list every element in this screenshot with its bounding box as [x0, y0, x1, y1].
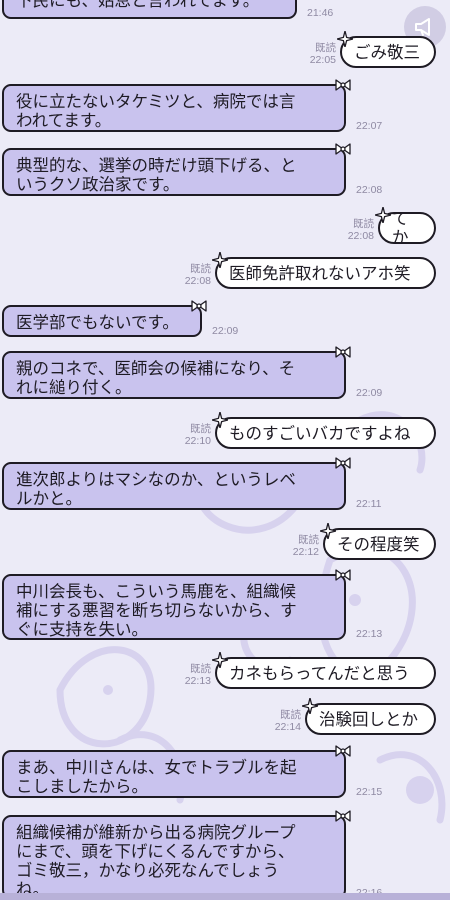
- message-time: 22:07: [356, 120, 383, 132]
- read-receipt: 既読: [353, 218, 374, 230]
- message-time: 22:12: [292, 546, 319, 558]
- message-meta: 22:15: [356, 786, 382, 798]
- read-receipt: 既読: [315, 42, 336, 54]
- ribbon-bow-icon: [335, 79, 351, 91]
- incoming-message-bubble[interactable]: 典型的な、選挙の時だけ頭下げる、と いうクソ政治家です。: [2, 148, 346, 196]
- message-meta: 既読 22:05: [264, 42, 336, 66]
- message-time: 22:14: [274, 721, 301, 733]
- incoming-message-bubble[interactable]: 中川会長も、こういう馬鹿を、組織候 補にする悪習を断ち切らないから、す ぐに支持…: [2, 574, 346, 640]
- message-time: 22:08: [347, 230, 374, 242]
- ribbon-bow-icon: [335, 745, 351, 757]
- outgoing-message-bubble[interactable]: 治験回しとか: [305, 703, 436, 735]
- sparkle-icon: [337, 31, 353, 47]
- message-meta: 22:08: [356, 184, 382, 196]
- outgoing-message-bubble[interactable]: その程度笑: [323, 528, 436, 560]
- incoming-message-bubble[interactable]: 組織候補が維新から出る病院グループ にまで、頭を下げにくるんですから、 ゴミ敬三…: [2, 815, 346, 899]
- message-meta: 既読 22:08: [139, 263, 211, 287]
- outgoing-message-bubble[interactable]: ものすごいバカですよね: [215, 417, 436, 449]
- sparkle-icon: [320, 523, 336, 539]
- message-time: 22:10: [184, 435, 211, 447]
- message-meta: 既読 22:14: [229, 709, 301, 733]
- incoming-message-bubble[interactable]: 下民にも、姑息と言われてます。: [2, 0, 297, 19]
- ribbon-bow-icon: [191, 300, 207, 312]
- read-receipt: 既読: [280, 709, 301, 721]
- message-meta: 既読 22:08: [302, 218, 374, 242]
- read-receipt: 既読: [190, 663, 211, 675]
- incoming-message-bubble[interactable]: 親のコネで、医師会の候補になり、そ れに縋り付く。: [2, 351, 346, 399]
- message-meta: 22:13: [356, 628, 382, 640]
- ribbon-bow-icon: [335, 569, 351, 581]
- message-time: 22:13: [184, 675, 211, 687]
- message-meta: 22:09: [356, 387, 382, 399]
- message-meta: 既読 22:12: [247, 534, 319, 558]
- outgoing-message-bubble[interactable]: カネもらってんだと思う: [215, 657, 436, 689]
- message-meta: 21:46: [307, 7, 333, 19]
- sparkle-icon: [212, 252, 228, 268]
- outgoing-message-bubble[interactable]: ごみ敬三: [340, 36, 436, 68]
- incoming-message-bubble[interactable]: 医学部でもないです。: [2, 305, 202, 337]
- message-time: 22:11: [356, 498, 382, 510]
- outgoing-message-bubble[interactable]: 医師免許取れないアホ笑: [215, 257, 436, 289]
- incoming-message-bubble[interactable]: 進次郎よりはマシなのか、というレベ ルかと。: [2, 462, 346, 510]
- ribbon-bow-icon: [335, 143, 351, 155]
- message-meta: 既読 22:10: [139, 423, 211, 447]
- message-meta: 22:11: [356, 498, 382, 510]
- message-time: 21:46: [307, 7, 334, 19]
- message-meta: 22:09: [212, 325, 238, 337]
- sparkle-icon: [375, 207, 391, 223]
- ribbon-bow-icon: [335, 810, 351, 822]
- chat-message-list[interactable]: 下民にも、姑息と言われてます。 21:46 ごみ敬三 既読 22:05 役に立たないタケミ…: [0, 0, 450, 900]
- read-receipt: 既読: [190, 263, 211, 275]
- sparkle-icon: [302, 698, 318, 714]
- message-meta: 既読 22:13: [139, 663, 211, 687]
- sparkle-icon: [212, 412, 228, 428]
- read-receipt: 既読: [190, 423, 211, 435]
- ribbon-bow-icon: [335, 457, 351, 469]
- bottom-input-edge: [0, 893, 450, 900]
- message-time: 22:08: [356, 184, 383, 196]
- message-meta: 22:07: [356, 120, 382, 132]
- message-time: 22:09: [212, 325, 239, 337]
- ribbon-bow-icon: [335, 346, 351, 358]
- message-time: 22:15: [356, 786, 383, 798]
- incoming-message-bubble[interactable]: 役に立たないタケミツと、病院では言 われてます。: [2, 84, 346, 132]
- message-time: 22:13: [356, 628, 383, 640]
- read-receipt: 既読: [298, 534, 319, 546]
- message-time: 22:05: [309, 54, 336, 66]
- message-time: 22:09: [356, 387, 383, 399]
- incoming-message-bubble[interactable]: まあ、中川さんは、女でトラブルを起 こしましたから。: [2, 750, 346, 798]
- message-time: 22:08: [184, 275, 211, 287]
- sparkle-icon: [212, 652, 228, 668]
